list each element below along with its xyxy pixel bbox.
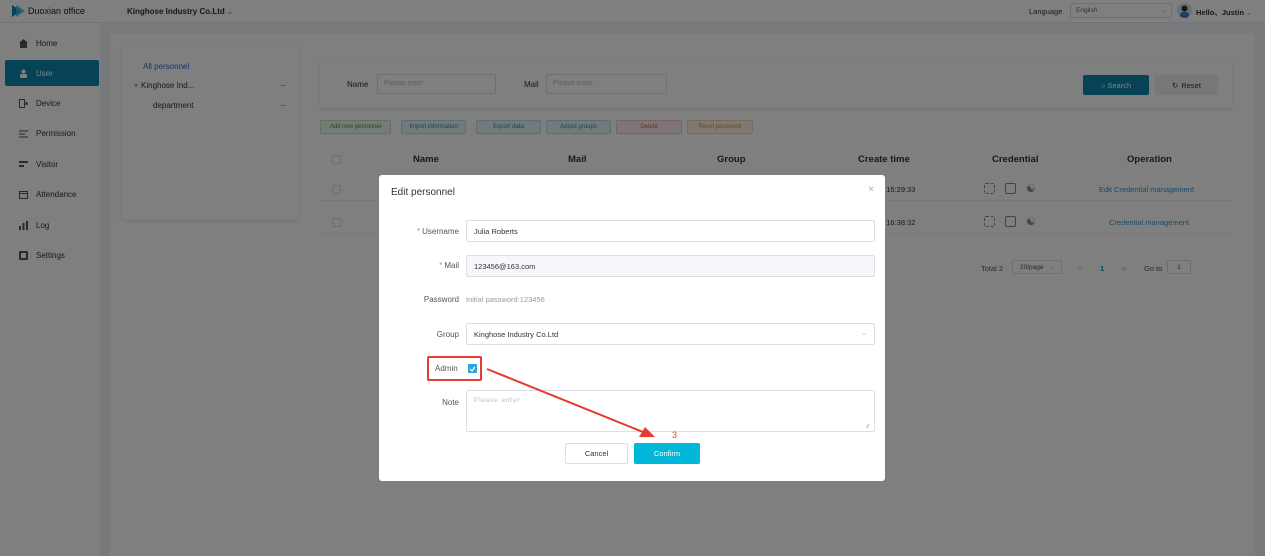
annotation-arrow-icon (486, 368, 655, 437)
